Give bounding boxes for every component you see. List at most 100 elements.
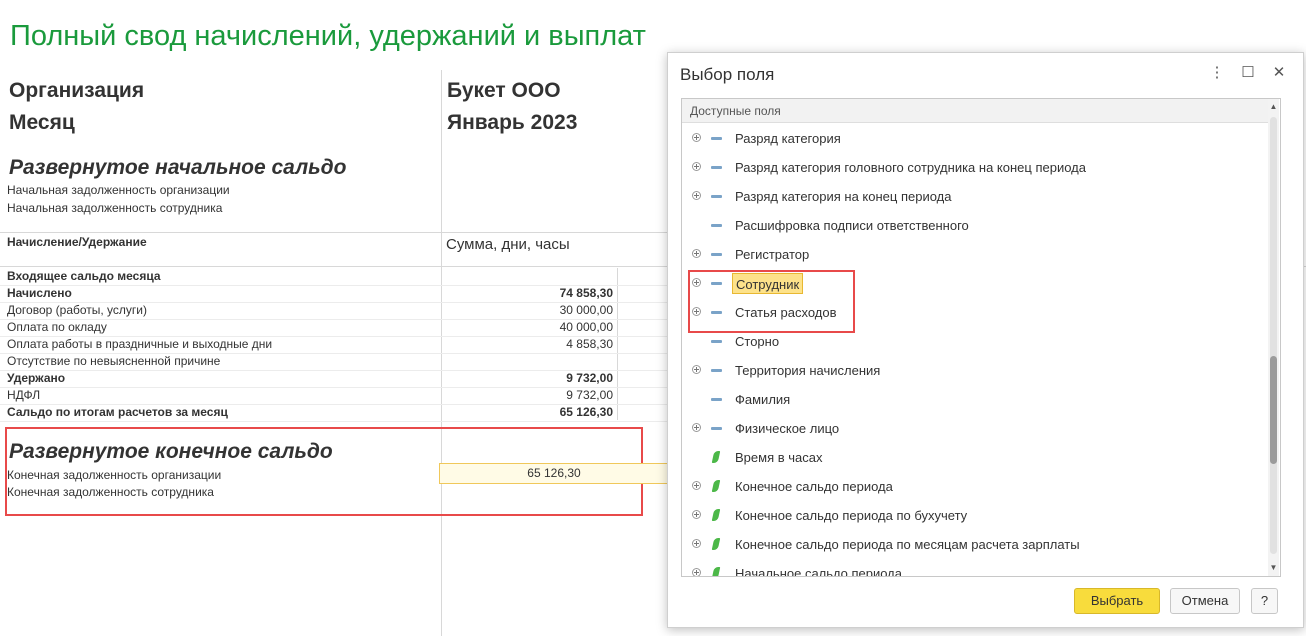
tree-header: Доступные поля: [682, 99, 1268, 123]
tree-item-label: Конечное сальдо периода: [735, 479, 893, 494]
report-row-value: [443, 353, 613, 370]
dimension-field-icon: [711, 340, 722, 343]
report-row-value: 40 000,00: [559, 320, 613, 334]
expand-icon[interactable]: [692, 539, 701, 548]
select-button[interactable]: Выбрать: [1074, 588, 1160, 614]
tree-item[interactable]: Время в часах: [682, 443, 1268, 472]
closing-org-debt-value[interactable]: 65 126,30: [439, 463, 669, 484]
resource-field-icon: [711, 480, 721, 492]
report-row-label: Оплата по окладу: [7, 320, 107, 334]
tree-item[interactable]: Разряд категория: [682, 124, 1268, 153]
table-top-line: [0, 232, 667, 233]
report-row-value: 9 732,00: [566, 371, 613, 385]
tree-item[interactable]: Конечное сальдо периода по месяцам расче…: [682, 530, 1268, 559]
tree-item-label: Начальное сальдо периода: [735, 566, 902, 577]
report-row-value: 4 858,30: [566, 337, 613, 351]
opening-emp-debt: Начальная задолженность сотрудника: [7, 201, 223, 215]
report-row-label: Договор (работы, услуги): [7, 303, 148, 317]
report-row-value: 30 000,00: [559, 303, 613, 317]
help-button[interactable]: ?: [1251, 588, 1278, 614]
scroll-up-icon[interactable]: ▲: [1268, 101, 1279, 113]
tree-item[interactable]: Разряд категория головного сотрудника на…: [682, 153, 1268, 182]
column-divider-right: [617, 268, 618, 420]
tree-item-label: Территория начисления: [735, 363, 881, 378]
col-header-amount: Сумма, дни, часы: [446, 236, 570, 253]
report-row-label: Удержано: [7, 371, 66, 385]
tree-scrollbar[interactable]: ▲ ▼: [1268, 99, 1279, 576]
report-title: Полный свод начислений, удержаний и выпл…: [10, 20, 646, 52]
expand-icon[interactable]: [692, 481, 701, 490]
tree-item[interactable]: Фамилия: [682, 385, 1268, 414]
tree-item[interactable]: Начальное сальдо периода: [682, 559, 1268, 577]
report-row-label: Сальдо по итогам расчетов за месяц: [7, 405, 228, 419]
tree-item-label: Конечное сальдо периода по бухучету: [735, 508, 968, 523]
report-row-value: 65 126,30: [559, 405, 613, 419]
scroll-down-icon[interactable]: ▼: [1268, 562, 1279, 574]
tree-item[interactable]: Регистратор: [682, 240, 1268, 269]
expand-icon[interactable]: [692, 133, 701, 142]
report-row-value: 9 732,00: [566, 388, 613, 402]
table-header-line: [0, 266, 667, 267]
tree-item-label: Фамилия: [735, 392, 791, 407]
expand-icon[interactable]: [692, 162, 701, 171]
report-row-label: Начислено: [7, 286, 72, 300]
cancel-button[interactable]: Отмена: [1170, 588, 1240, 614]
resource-field-icon: [711, 509, 721, 521]
highlight-box-employee: [688, 270, 855, 333]
tree-item[interactable]: Конечное сальдо периода: [682, 472, 1268, 501]
tree-item-label: Разряд категория головного сотрудника на…: [735, 160, 1086, 175]
opening-org-debt: Начальная задолженность организации: [7, 183, 230, 197]
scroll-thumb[interactable]: [1270, 356, 1277, 464]
dimension-field-icon: [711, 166, 722, 169]
resource-field-icon: [711, 538, 721, 550]
dimension-field-icon: [711, 369, 722, 372]
tree-item-label: Расшифровка подписи ответственного: [735, 218, 969, 233]
scroll-track[interactable]: [1270, 117, 1277, 554]
dimension-field-icon: [711, 253, 722, 256]
resource-field-icon: [711, 567, 721, 576]
dimension-field-icon: [711, 137, 722, 140]
dimension-field-icon: [711, 195, 722, 198]
month-label: Месяц: [9, 111, 75, 134]
report-row-label: НДФЛ: [7, 388, 41, 402]
expand-icon[interactable]: [692, 510, 701, 519]
org-label: Организация: [9, 79, 145, 102]
closing-emp-debt: Конечная задолженность сотрудника: [7, 485, 214, 499]
tree-item-label: Разряд категория на конец периода: [735, 189, 952, 204]
tree-item[interactable]: Разряд категория на конец периода: [682, 182, 1268, 211]
resource-field-icon: [711, 451, 721, 463]
tree-item[interactable]: Физическое лицо: [682, 414, 1268, 443]
closing-balance-heading: Развернутое конечное сальдо: [9, 440, 333, 463]
row-divider: [0, 421, 667, 422]
tree-item-label: Конечное сальдо периода по месяцам расче…: [735, 537, 1080, 552]
closing-org-debt: Конечная задолженность организации: [7, 468, 222, 482]
tree-item-label: Разряд категория: [735, 131, 841, 146]
expand-icon[interactable]: [692, 365, 701, 374]
dimension-field-icon: [711, 224, 722, 227]
opening-balance-heading: Развернутое начальное сальдо: [9, 156, 347, 179]
expand-icon[interactable]: [692, 568, 701, 576]
dialog-title: Выбор поля: [680, 65, 775, 84]
report-row-label: Отсутствие по невыясненной причине: [7, 354, 221, 368]
month-value: Январь 2023: [447, 111, 578, 134]
report-row-label: Оплата работы в праздничные и выходные д…: [7, 337, 273, 351]
tree-item[interactable]: Расшифровка подписи ответственного: [682, 211, 1268, 240]
maximize-icon[interactable]: ☐: [1238, 63, 1258, 81]
tree-item-label: Регистратор: [735, 247, 810, 262]
dimension-field-icon: [711, 398, 722, 401]
report-row-value: 74 858,30: [559, 286, 613, 300]
field-tree[interactable]: Доступные поля Разряд категория Разряд ка…: [681, 98, 1281, 577]
org-value: Букет ООО: [447, 79, 561, 102]
tree-item-label: Физическое лицо: [735, 421, 840, 436]
close-icon[interactable]: ✕: [1269, 63, 1289, 81]
tree-item[interactable]: Конечное сальдо периода по бухучету: [682, 501, 1268, 530]
tree-item[interactable]: Территория начисления: [682, 356, 1268, 385]
report-row-value: [443, 268, 613, 285]
expand-icon[interactable]: [692, 249, 701, 258]
more-icon[interactable]: ⋮: [1207, 63, 1227, 81]
expand-icon[interactable]: [692, 423, 701, 432]
tree-item-label: Время в часах: [735, 450, 823, 465]
expand-icon[interactable]: [692, 191, 701, 200]
report-row-label: Входящее сальдо месяца: [7, 269, 161, 283]
field-selection-dialog: Выбор поля ⋮ ☐ ✕ Доступные поля Разряд к…: [667, 52, 1304, 628]
